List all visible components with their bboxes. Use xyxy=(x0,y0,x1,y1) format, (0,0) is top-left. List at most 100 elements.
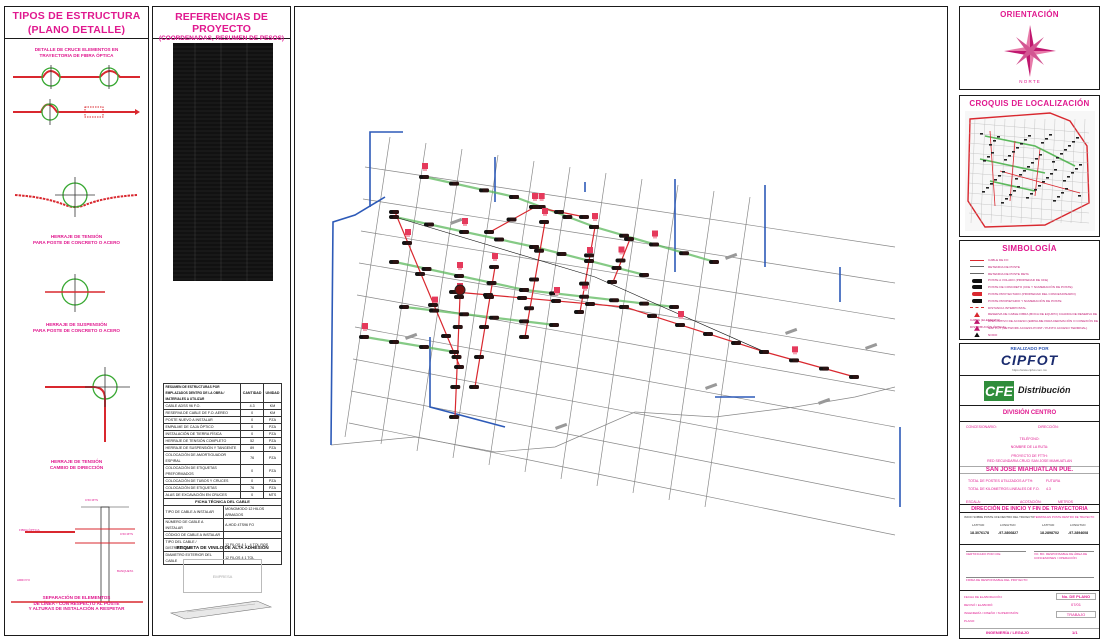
compass-rose-icon xyxy=(1004,25,1056,77)
sketch-pole-icon xyxy=(1072,141,1075,143)
orientation-box: ORIENTACIÓN N O R T E xyxy=(959,6,1100,90)
sketch-pole-icon xyxy=(1042,181,1045,183)
symbol-row: POSTE A VOLADO (PROPIEDAD DE CFE) xyxy=(970,277,1048,283)
materials-table: RESUMEN DE ESTRUCTURAS POR EMPLAZADOS DE… xyxy=(162,383,282,499)
detail-5-caption: SEPARACIÓN DE ELEMENTOS DE LÍNEA - CON R… xyxy=(28,595,125,612)
pole-icon xyxy=(551,299,561,303)
street-line xyxy=(352,358,896,464)
reserve-icon xyxy=(705,382,718,390)
symbol-row: POSTE DE CONCRETO (CFE Y NUMERACIÓN DE P… xyxy=(970,284,1073,290)
nap-icon xyxy=(592,213,598,221)
network-map[interactable] xyxy=(295,7,947,635)
pole-icon xyxy=(574,310,584,314)
sketch-pole-icon xyxy=(1015,178,1018,180)
symbol-icon xyxy=(970,273,984,275)
pole-icon xyxy=(639,301,649,306)
total-poles-label: TOTAL DE POSTES UTILIZADOS A FTH: xyxy=(968,479,1034,483)
structure-types-title-line1: TIPOS DE ESTRUCTURA xyxy=(12,10,141,22)
structure-types-panel: TIPOS DE ESTRUCTURA (PLANO DETALLE) DETA… xyxy=(4,6,149,636)
pole-icon xyxy=(615,258,626,263)
cable-row: NÚMERO DE CABLE A INSTALAR A-HDD 4TS96 FO xyxy=(163,518,283,532)
pole-icon xyxy=(486,281,497,285)
symbol-icon xyxy=(972,298,982,303)
network-map-panel xyxy=(294,6,948,636)
sketch-pole-icon xyxy=(993,140,996,142)
plan-number-header: No. DE PLANO xyxy=(1056,593,1096,600)
plan-label: PLANO: xyxy=(964,619,976,623)
sketch-pole-icon xyxy=(1002,171,1005,173)
pole-icon xyxy=(639,273,649,277)
pole-icon xyxy=(562,215,573,219)
symbol-icon xyxy=(970,259,984,261)
sketch-pole-icon xyxy=(989,144,992,146)
nap-icon xyxy=(538,193,545,201)
pole-icon xyxy=(529,277,539,282)
pole-icon xyxy=(424,222,434,227)
pole-icon xyxy=(415,272,425,276)
pole-icon xyxy=(389,260,399,264)
ftth-project-label: PROYECTO DE FTTH: xyxy=(1011,454,1048,458)
street-line xyxy=(596,178,643,487)
material-row: CABLE ADSS 96 F.O. 4.3 KM xyxy=(162,402,282,410)
end-lon-value: -97.2894608 xyxy=(1068,531,1089,535)
material-unit: PZA xyxy=(263,423,282,431)
references-title: REFERENCIAS DE PROYECTO xyxy=(175,11,268,35)
symbology-box: SIMBOLOGÍA CABLE DE FO RETENIDA DE POSTE R… xyxy=(959,240,1100,340)
sketch-pole-icon xyxy=(1013,190,1016,192)
sketch-pole-icon xyxy=(1035,158,1038,160)
reserve-icon xyxy=(818,397,831,405)
fiber-route-red xyxy=(489,206,586,233)
pole-icon xyxy=(624,237,634,241)
cable-value xyxy=(222,531,283,539)
material-row: EMPALME DE CAJA ÓPTICO 0 PZA xyxy=(162,423,282,431)
sketch-pole-icon xyxy=(1061,192,1064,194)
nap-icon xyxy=(792,346,798,355)
symbology-title: SIMBOLOGÍA xyxy=(1002,244,1057,253)
pole-icon xyxy=(451,355,462,359)
pole-icon xyxy=(579,215,589,219)
pole-icon xyxy=(609,298,619,303)
pole-icon xyxy=(519,335,529,339)
title-block: REALIZADO POR CIPFOT https://www.cipfot.… xyxy=(959,343,1100,639)
materials-header: RESUMEN DE ESTRUCTURAS POR EMPLAZADOS DE… xyxy=(162,383,242,403)
nap-icon xyxy=(462,218,468,226)
pole-icon xyxy=(607,280,617,284)
symbol-label: RETENIDA DE POSTE RETA xyxy=(988,271,1029,276)
pole-icon xyxy=(389,215,399,219)
cable-row: TIPO DE CABLE A INSTALAR MONOMODO 12 HILO… xyxy=(163,505,283,519)
cipfot-logo: CIPFOT xyxy=(1000,352,1059,368)
reviewed-label: REVISÓ / ELABORÓ: xyxy=(964,603,994,607)
symbol-icon xyxy=(974,318,980,324)
pole-icon xyxy=(459,312,469,317)
pole-icon xyxy=(611,266,622,270)
location-sketch-box: CROQUIS DE LOCALIZACIÓN xyxy=(959,95,1100,237)
distribucion-label: Distribución xyxy=(1018,385,1071,395)
pole-icon xyxy=(649,242,659,247)
sketch-pole-icon xyxy=(983,160,986,162)
date-label: FECHA DE ELABORACIÓN: xyxy=(964,595,1003,599)
sketch-pole-icon xyxy=(1031,162,1034,164)
material-qty: 76 xyxy=(240,451,264,465)
fiber-routes xyxy=(364,175,856,418)
sketch-pole-icon xyxy=(1027,166,1030,168)
symbol-label: NAP PUT (NETWORK ACCESS POINT / PUNTO AC… xyxy=(988,326,1088,330)
material-qty: 0 xyxy=(240,416,264,424)
nap-icon xyxy=(532,193,538,201)
pole-icon xyxy=(474,355,484,359)
plan-footer: FECHA DE ELABORACIÓN: REVISÓ / ELABORÓ: … xyxy=(960,590,1099,638)
location-sketch-map[interactable] xyxy=(965,111,1095,231)
pole-icon xyxy=(819,366,829,371)
symbol-row: RETENIDA DE POSTE RETA xyxy=(970,271,1029,277)
pole-icon xyxy=(494,237,504,242)
fiber-route-green xyxy=(364,335,456,354)
sketch-pole-icon xyxy=(1008,155,1011,157)
direccion-label: DIRECCIÓN: xyxy=(1038,425,1059,429)
material-unit: KM xyxy=(263,409,282,417)
material-name: RESERVA DE CABLE DE F.O. AEREO xyxy=(162,409,242,417)
pole-icon xyxy=(428,303,438,307)
material-unit: PZA xyxy=(263,416,282,424)
symbol-row: RESERVA DE CABLE FIBRA (BOCA DE EQUIPO) … xyxy=(970,311,1099,322)
cable-key: TIPO DE CABLE A INSTALAR xyxy=(163,505,224,519)
sketch-pole-icon xyxy=(1001,202,1004,204)
sketch-pole-icon xyxy=(998,175,1001,177)
